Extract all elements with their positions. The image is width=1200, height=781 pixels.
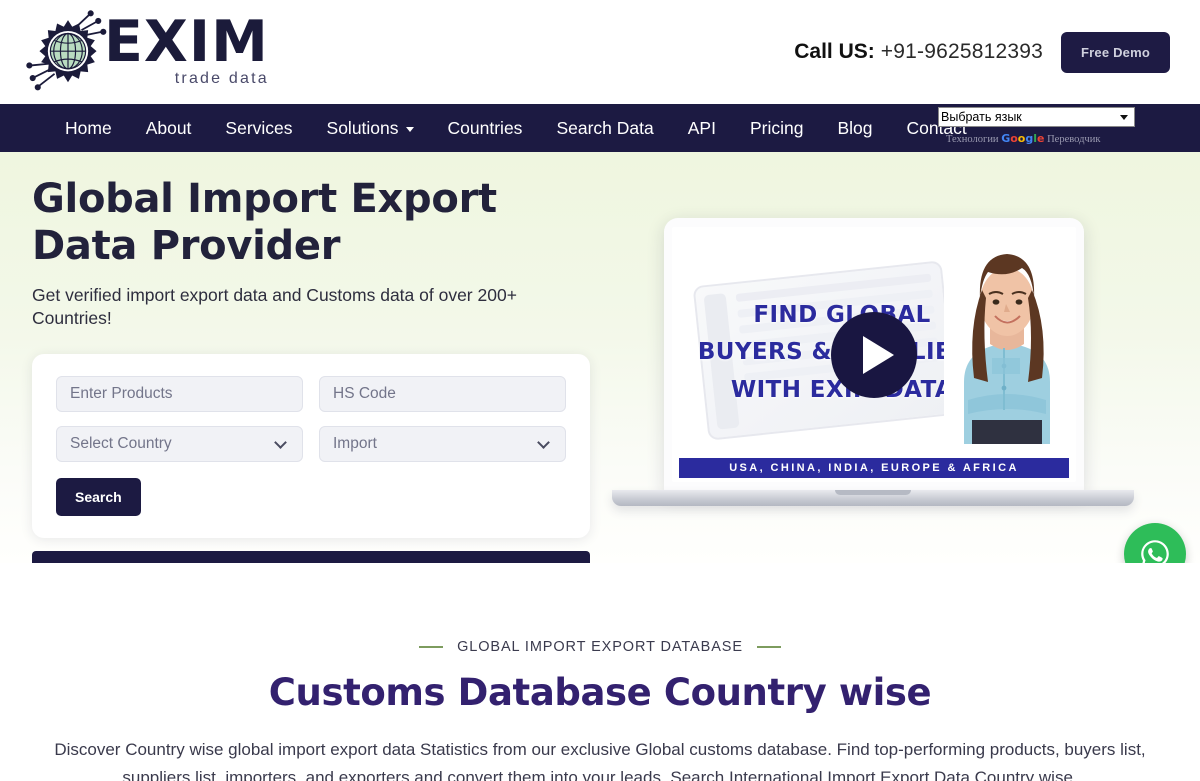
form-row-1: Enter Products HS Code: [56, 376, 566, 413]
call-us-block[interactable]: Call US: +91-9625812393: [794, 40, 1043, 64]
trade-type-select[interactable]: Import: [319, 426, 566, 463]
google-translate-widget: Выбрать язык Технологии Google Переводчи…: [938, 107, 1200, 145]
nav-label: Countries: [447, 118, 523, 138]
play-triangle: [863, 335, 894, 374]
country-select-value: Select Country: [70, 435, 172, 453]
page-title: Global Import Export Data Provider: [32, 176, 497, 269]
nav-label: Pricing: [749, 118, 804, 138]
divider-dash-left: [419, 646, 444, 648]
call-us-label: Call US:: [794, 40, 875, 63]
trade-type-select-value: Import: [333, 435, 377, 453]
laptop-notch: [835, 490, 911, 495]
hero-subtitle: Get verified import export data and Cust…: [32, 284, 517, 329]
language-select[interactable]: Выбрать язык: [938, 107, 1135, 127]
laptop-base: [612, 490, 1134, 506]
chevron-down-icon: [274, 435, 287, 449]
translate-credit: Технологии Google Переводчик: [946, 132, 1200, 145]
chevron-down-icon: [537, 435, 550, 449]
section-title: Customs Database Country wise: [268, 671, 932, 714]
hero-left-column: Global Import Export Data Provider Get v…: [32, 176, 592, 563]
form-row-2: Select Country Import: [56, 426, 566, 463]
translate-credit-prefix: Технологии: [946, 134, 1002, 145]
nav-item-countries[interactable]: Countries: [431, 104, 540, 152]
enquire-now-button[interactable]: Enquire Now→: [32, 551, 590, 563]
section-eyebrow: GLOBAL IMPORT EXPORT DATABASE: [0, 639, 1200, 655]
laptop-lid: FIND GLOBAL BUYERS & SUPPLIERS WITH EXIM…: [664, 218, 1084, 493]
whatsapp-glyph: [1141, 540, 1169, 563]
whatsapp-icon[interactable]: [1124, 523, 1186, 563]
nav-items: Home About Services Solutions Countries …: [48, 104, 984, 152]
hero-section: Global Import Export Data Provider Get v…: [0, 152, 1200, 563]
nav-item-about[interactable]: About: [129, 104, 209, 152]
nav-item-services[interactable]: Services: [208, 104, 309, 152]
hs-code-input[interactable]: HS Code: [319, 376, 566, 413]
chevron-down-icon: [405, 127, 414, 132]
video-thumbnail[interactable]: FIND GLOBAL BUYERS & SUPPLIERS WITH EXIM…: [672, 227, 1076, 482]
nav-label: Services: [225, 118, 293, 138]
video-banner: USA, CHINA, INDIA, EUROPE & AFRICA: [679, 458, 1069, 478]
translate-credit-suffix: Переводчик: [1044, 134, 1101, 145]
country-select[interactable]: Select Country: [56, 426, 303, 463]
nav-item-api[interactable]: API: [671, 104, 733, 152]
nav-item-home[interactable]: Home: [48, 104, 129, 152]
nav-label: Home: [65, 118, 112, 138]
nav-label: API: [687, 118, 716, 138]
section-eyebrow-label: GLOBAL IMPORT EXPORT DATABASE: [457, 639, 743, 655]
nav-label: Solutions: [326, 118, 399, 138]
promo-video-laptop: FIND GLOBAL BUYERS & SUPPLIERS WITH EXIM…: [612, 218, 1134, 518]
language-select-value: Выбрать язык: [941, 110, 1022, 124]
nav-item-search-data[interactable]: Search Data: [539, 104, 670, 152]
globe-gear-icon: [26, 10, 107, 91]
hs-code-input-placeholder: HS Code: [333, 385, 396, 403]
site-logo[interactable]: EXIM trade data: [26, 10, 269, 94]
nav-item-pricing[interactable]: Pricing: [733, 104, 821, 152]
section-description: Discover Country wise global import expo…: [54, 740, 1146, 781]
trade-search-form: Enter Products HS Code Select Country Im…: [32, 354, 590, 539]
customs-database-section: GLOBAL IMPORT EXPORT DATABASE Customs Da…: [0, 563, 1200, 781]
divider-dash-right: [756, 646, 781, 648]
chevron-down-icon: [1120, 114, 1128, 120]
product-input[interactable]: Enter Products: [56, 376, 303, 413]
nav-label: Search Data: [556, 118, 654, 138]
presenter-photo: [944, 232, 1070, 444]
logo-wordmark: EXIM: [104, 8, 269, 75]
nav-item-solutions[interactable]: Solutions: [310, 104, 431, 152]
nav-label: Blog: [837, 118, 873, 138]
product-input-placeholder: Enter Products: [70, 385, 173, 403]
nav-item-blog[interactable]: Blog: [820, 104, 889, 152]
free-demo-button[interactable]: Free Demo: [1061, 31, 1170, 73]
header-right: Call US: +91-9625812393 Free Demo: [794, 31, 1170, 73]
play-icon[interactable]: [831, 311, 917, 398]
search-button[interactable]: Search: [56, 478, 141, 517]
call-us-number[interactable]: +91-9625812393: [875, 40, 1043, 63]
logo-tagline: trade data: [174, 70, 269, 88]
nav-label: About: [145, 118, 192, 138]
google-logo: Google: [1001, 132, 1045, 145]
top-header: EXIM trade data Call US: +91-9625812393 …: [0, 0, 1200, 104]
main-navigation: Home About Services Solutions Countries …: [0, 104, 1200, 152]
